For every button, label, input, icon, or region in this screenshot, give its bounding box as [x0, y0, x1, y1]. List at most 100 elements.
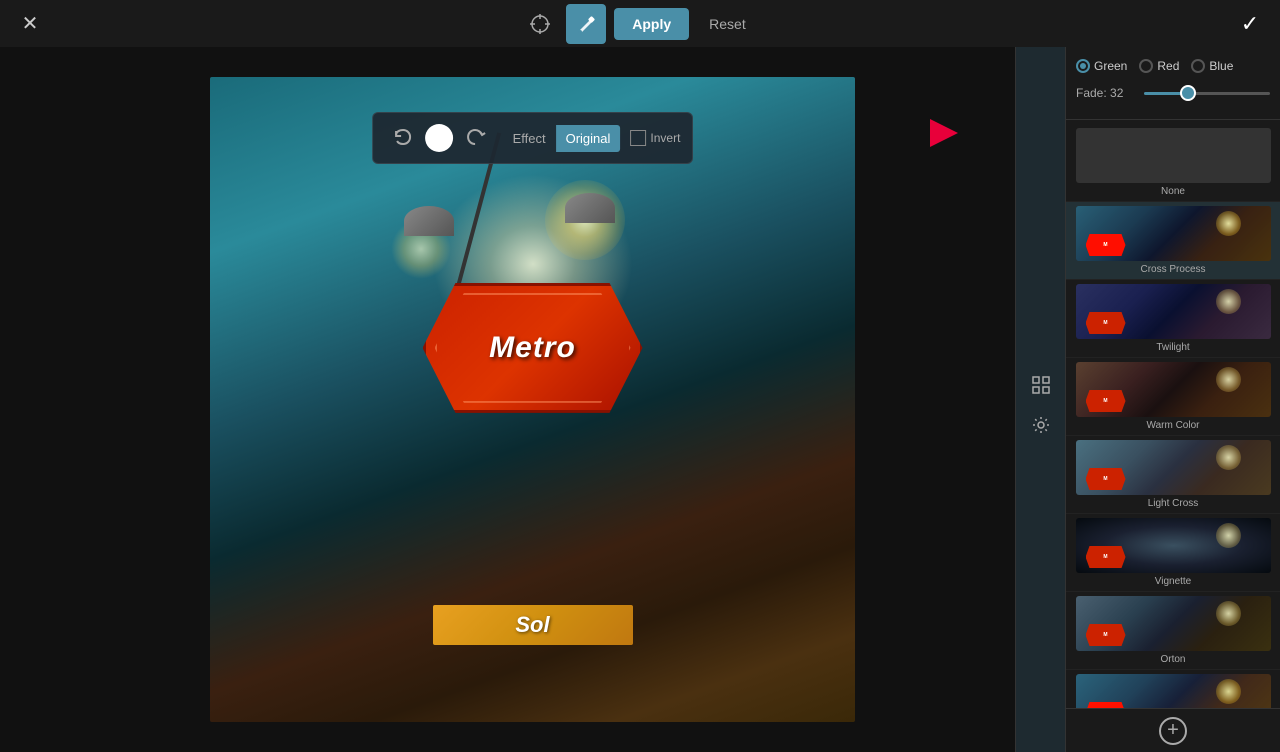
canvas-area: Effect Original Invert Metro Sol [0, 47, 1065, 752]
cross2-glow [1216, 679, 1241, 704]
filter-name-twilight: Twilight [1156, 342, 1189, 353]
filter-name-orton: Orton [1160, 654, 1185, 665]
warm-glow [1216, 367, 1241, 392]
lamp-head-right [565, 193, 615, 223]
arrow-indicator [930, 119, 958, 147]
filter-item-cross-process-2[interactable]: M Cross Process [1066, 670, 1280, 708]
effect-original-toggle: Effect Original [503, 125, 621, 152]
float-toolbar: Effect Original Invert [372, 112, 694, 164]
green-radio-item[interactable]: Green [1076, 59, 1127, 73]
filter-thumb-orton: M [1076, 596, 1271, 651]
main-image: Metro Sol [210, 77, 855, 722]
top-toolbar: ✕ Apply Reset ✓ [0, 0, 1280, 47]
filter-item-vignette[interactable]: M Vignette [1066, 514, 1280, 592]
blue-radio-circle[interactable] [1191, 59, 1205, 73]
refresh-icon [466, 128, 486, 148]
metro-background: Metro Sol [210, 77, 855, 722]
brush-icon [576, 14, 596, 34]
fade-row: Fade: 32 [1076, 83, 1270, 103]
add-filter-button[interactable]: + [1159, 717, 1187, 745]
warm-sign: M [1086, 390, 1126, 412]
refresh-button[interactable] [459, 121, 493, 155]
toolbar-center: Apply Reset [522, 4, 757, 44]
red-radio-label: Red [1157, 59, 1179, 73]
plus-icon: + [1167, 719, 1179, 742]
add-filter-row[interactable]: + [1066, 708, 1280, 752]
sol-banner: Sol [433, 605, 633, 645]
green-radio-circle[interactable] [1076, 59, 1090, 73]
filter-thumb-none [1076, 128, 1271, 183]
sol-text: Sol [515, 612, 549, 638]
filter-thumb-cross2: M [1076, 674, 1271, 708]
metro-sign: Metro [423, 283, 643, 413]
twilight-base-img: M [1076, 284, 1271, 339]
filter-item-warm-color[interactable]: M Warm Color [1066, 358, 1280, 436]
right-panel: Green Red Blue Fade: 32 [1065, 47, 1280, 752]
color-circle[interactable] [425, 124, 453, 152]
twilight-sign: M [1086, 312, 1126, 334]
fade-slider-track [1144, 92, 1270, 95]
undo-icon [392, 128, 412, 148]
crosshair-icon [529, 13, 551, 35]
blue-radio-label: Blue [1209, 59, 1233, 73]
lightcross-glow [1216, 445, 1241, 470]
invert-checkbox[interactable] [630, 130, 646, 146]
channel-radio-group: Green Red Blue [1076, 59, 1270, 73]
vignette-sign: M [1086, 546, 1126, 568]
confirm-button[interactable]: ✓ [1230, 4, 1270, 44]
toolbar-left: ✕ [0, 4, 50, 44]
settings-tool-button[interactable] [1023, 407, 1059, 443]
cross-glow [1216, 211, 1241, 236]
vignette-glow [1216, 523, 1241, 548]
invert-group: Invert [630, 130, 680, 146]
reset-button[interactable]: Reset [697, 8, 758, 40]
lightcross-base-img: M [1076, 440, 1271, 495]
filter-item-none[interactable]: None [1066, 124, 1280, 202]
lightcross-sign-text: M [1103, 476, 1107, 482]
green-radio-label: Green [1094, 59, 1127, 73]
curve-controls: Green Red Blue Fade: 32 [1066, 47, 1280, 120]
side-tools [1015, 47, 1065, 752]
metro-text: Metro [489, 331, 576, 365]
original-button[interactable]: Original [556, 125, 621, 152]
toolbar-right: ✓ [1230, 4, 1280, 44]
blue-radio-item[interactable]: Blue [1191, 59, 1233, 73]
filter-thumb-light-cross: M [1076, 440, 1271, 495]
twilight-sign-text: M [1103, 320, 1107, 326]
grid-icon [1032, 376, 1050, 394]
warm-base-img: M [1076, 362, 1271, 417]
red-radio-circle[interactable] [1139, 59, 1153, 73]
cross2-sign: M [1086, 702, 1126, 708]
arrow-icon [930, 119, 958, 147]
filter-name-lightcross: Light Cross [1148, 498, 1199, 509]
fade-slider-container [1144, 83, 1270, 103]
filter-list: None M Cross Process M Twili [1066, 120, 1280, 708]
invert-label: Invert [650, 131, 680, 145]
effect-button[interactable]: Effect [503, 125, 556, 152]
apply-button[interactable]: Apply [614, 8, 689, 40]
cross-sign: M [1086, 234, 1126, 256]
grid-tool-button[interactable] [1023, 367, 1059, 403]
filter-name-cross: Cross Process [1140, 264, 1205, 275]
lightcross-sign: M [1086, 468, 1126, 490]
fade-slider-thumb[interactable] [1180, 85, 1196, 101]
filter-name-vignette: Vignette [1155, 576, 1192, 587]
undo-button[interactable] [385, 121, 419, 155]
filter-thumb-warm-color: M [1076, 362, 1271, 417]
filter-item-light-cross[interactable]: M Light Cross [1066, 436, 1280, 514]
filter-item-cross-process[interactable]: M Cross Process [1066, 202, 1280, 280]
filter-item-twilight[interactable]: M Twilight [1066, 280, 1280, 358]
crosshair-button[interactable] [522, 6, 558, 42]
fade-label: Fade: 32 [1076, 86, 1136, 100]
filter-item-orton[interactable]: M Orton [1066, 592, 1280, 670]
lamp-head-left [404, 206, 454, 236]
vignette-base-img: M [1076, 518, 1271, 573]
filter-thumb-cross: M [1076, 206, 1271, 261]
close-button[interactable]: ✕ [10, 4, 50, 44]
metro-diamond: Metro [423, 283, 643, 413]
orton-glow [1216, 601, 1241, 626]
brush-button[interactable] [566, 4, 606, 44]
cross2-base-img: M [1076, 674, 1271, 708]
twilight-glow [1216, 289, 1241, 314]
red-radio-item[interactable]: Red [1139, 59, 1179, 73]
